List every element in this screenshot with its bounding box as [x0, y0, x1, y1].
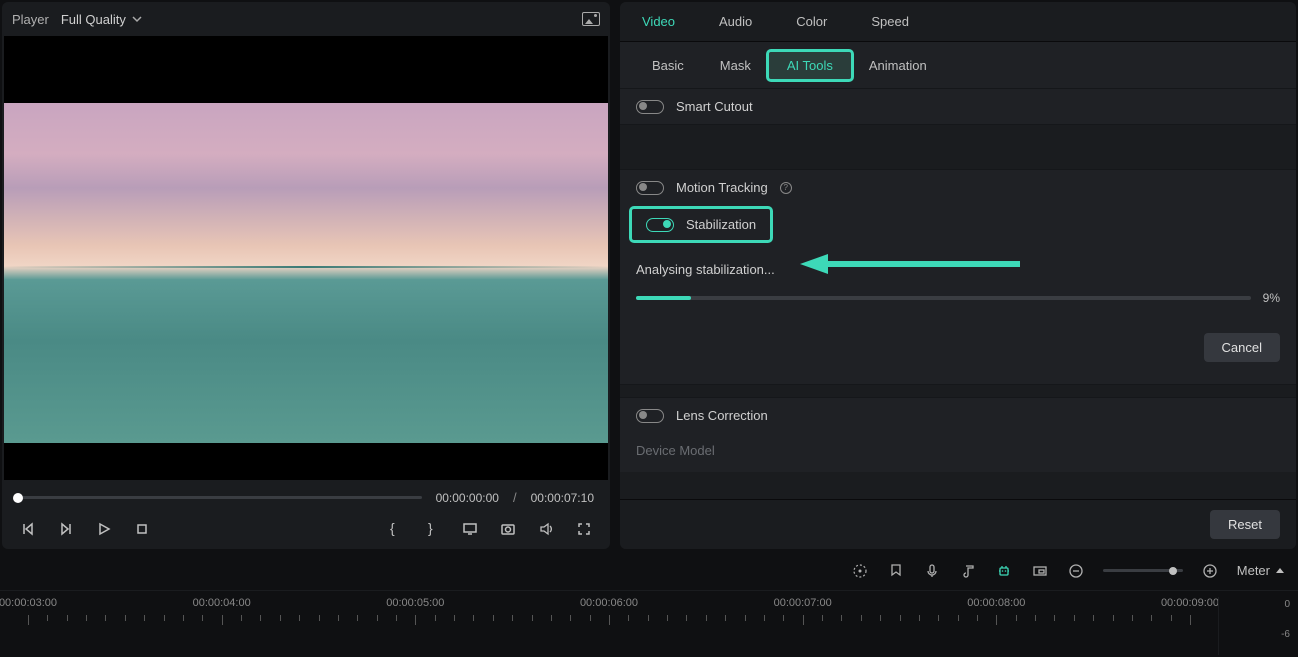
player-label: Player [12, 12, 49, 27]
subtab-basic[interactable]: Basic [634, 52, 702, 79]
smart-cutout-label: Smart Cutout [676, 99, 753, 114]
video-frame [4, 103, 608, 443]
marker-icon[interactable] [887, 562, 905, 580]
subtab-animation[interactable]: Animation [851, 52, 945, 79]
meter-scale-1: -6 [1281, 629, 1290, 640]
mark-out-button[interactable]: } [422, 519, 442, 539]
prev-frame-button[interactable] [18, 519, 38, 539]
feature-lens-correction: Lens Correction [620, 397, 1296, 433]
meter-scale-0: 0 [1284, 599, 1290, 610]
play-button[interactable] [94, 519, 114, 539]
duration: 00:00:07:10 [531, 491, 594, 505]
tick-label: 00:00:09:00 [1161, 597, 1219, 609]
zoom-in-button[interactable] [1201, 562, 1219, 580]
progress-fill [636, 296, 691, 300]
cancel-button[interactable]: Cancel [1204, 333, 1280, 362]
current-time: 00:00:00:00 [436, 491, 499, 505]
feature-motion-tracking: Motion Tracking ? [620, 169, 1296, 205]
player-header: Player Full Quality [2, 2, 610, 36]
video-preview[interactable] [4, 36, 608, 480]
aspect-icon[interactable] [1031, 562, 1049, 580]
timeline-ruler[interactable]: 00:00:03:00 00:00:04:00 00:00:05:00 00:00:0… [0, 591, 1298, 655]
tick-label: 00:00:04:00 [193, 597, 251, 609]
timeline: Meter 00:00:03:0000:00:04:0000:00:05:000… [0, 551, 1298, 655]
next-frame-button[interactable] [56, 519, 76, 539]
analysis-block: Analysing stabilization... 9% [620, 244, 1296, 315]
lens-correction-toggle[interactable] [636, 409, 664, 423]
screen-icon[interactable] [460, 519, 480, 539]
motion-tracking-label: Motion Tracking [676, 180, 768, 195]
sub-tabs: Basic Mask AI Tools Animation [620, 42, 1296, 88]
tick-label: 00:00:05:00 [386, 597, 444, 609]
tick-label: 00:00:06:00 [580, 597, 638, 609]
quality-value: Full Quality [61, 12, 126, 27]
subtab-mask[interactable]: Mask [702, 52, 769, 79]
scrub-thumb[interactable] [13, 493, 23, 503]
smart-cutout-toggle[interactable] [636, 100, 664, 114]
picture-icon[interactable] [582, 12, 600, 26]
zoom-out-button[interactable] [1067, 562, 1085, 580]
tab-audio[interactable]: Audio [697, 2, 774, 41]
render-icon[interactable] [851, 562, 869, 580]
timeline-tools: Meter [0, 551, 1298, 591]
volume-button[interactable] [536, 519, 556, 539]
mic-icon[interactable] [923, 562, 941, 580]
svg-text:{: { [390, 521, 395, 536]
properties-panel: Video Audio Color Speed Basic Mask AI To… [620, 2, 1296, 549]
fullscreen-button[interactable] [574, 519, 594, 539]
stabilization-label: Stabilization [686, 217, 756, 232]
device-model-row: Device Model [620, 433, 1296, 472]
tick-label: 00:00:03:00 [0, 597, 57, 609]
player-panel: Player Full Quality 00:00:00:00 / 00:00:… [2, 2, 610, 549]
svg-text:}: } [428, 521, 433, 536]
feature-smart-cutout: Smart Cutout [620, 88, 1296, 125]
ai-icon[interactable] [995, 562, 1013, 580]
quality-dropdown[interactable]: Full Quality [61, 12, 142, 27]
meter-label: Meter [1237, 563, 1270, 578]
main-tabs: Video Audio Color Speed [620, 2, 1296, 42]
subtab-ai-tools[interactable]: AI Tools [769, 52, 851, 79]
tick-label: 00:00:07:00 [774, 597, 832, 609]
progress-bar [636, 296, 1251, 300]
panel-body: Smart Cutout Motion Tracking ? Stabiliza… [620, 88, 1296, 499]
meter-panel: 0 -6 [1218, 597, 1298, 655]
zoom-slider[interactable] [1103, 569, 1183, 572]
music-icon[interactable] [959, 562, 977, 580]
meter-toggle[interactable]: Meter [1237, 563, 1284, 578]
tab-color[interactable]: Color [774, 2, 849, 41]
info-icon[interactable]: ? [780, 182, 792, 194]
mark-in-button[interactable]: { [384, 519, 404, 539]
lens-correction-label: Lens Correction [676, 408, 768, 423]
time-separator: / [513, 490, 517, 505]
motion-tracking-toggle[interactable] [636, 181, 664, 195]
arrow-annotation-icon [800, 254, 1020, 274]
tick-label: 00:00:08:00 [967, 597, 1025, 609]
scrub-slider[interactable] [18, 496, 422, 499]
snapshot-button[interactable] [498, 519, 518, 539]
feature-stabilization: Stabilization [632, 209, 770, 240]
triangle-up-icon [1276, 567, 1284, 575]
chevron-down-icon [132, 14, 142, 24]
player-controls: 00:00:00:00 / 00:00:07:10 { } [2, 480, 610, 549]
device-model-label: Device Model [636, 443, 715, 458]
tab-speed[interactable]: Speed [849, 2, 931, 41]
progress-percent: 9% [1263, 291, 1280, 305]
stop-button[interactable] [132, 519, 152, 539]
reset-button[interactable]: Reset [1210, 510, 1280, 539]
tab-video[interactable]: Video [620, 2, 697, 41]
stabilization-toggle[interactable] [646, 218, 674, 232]
